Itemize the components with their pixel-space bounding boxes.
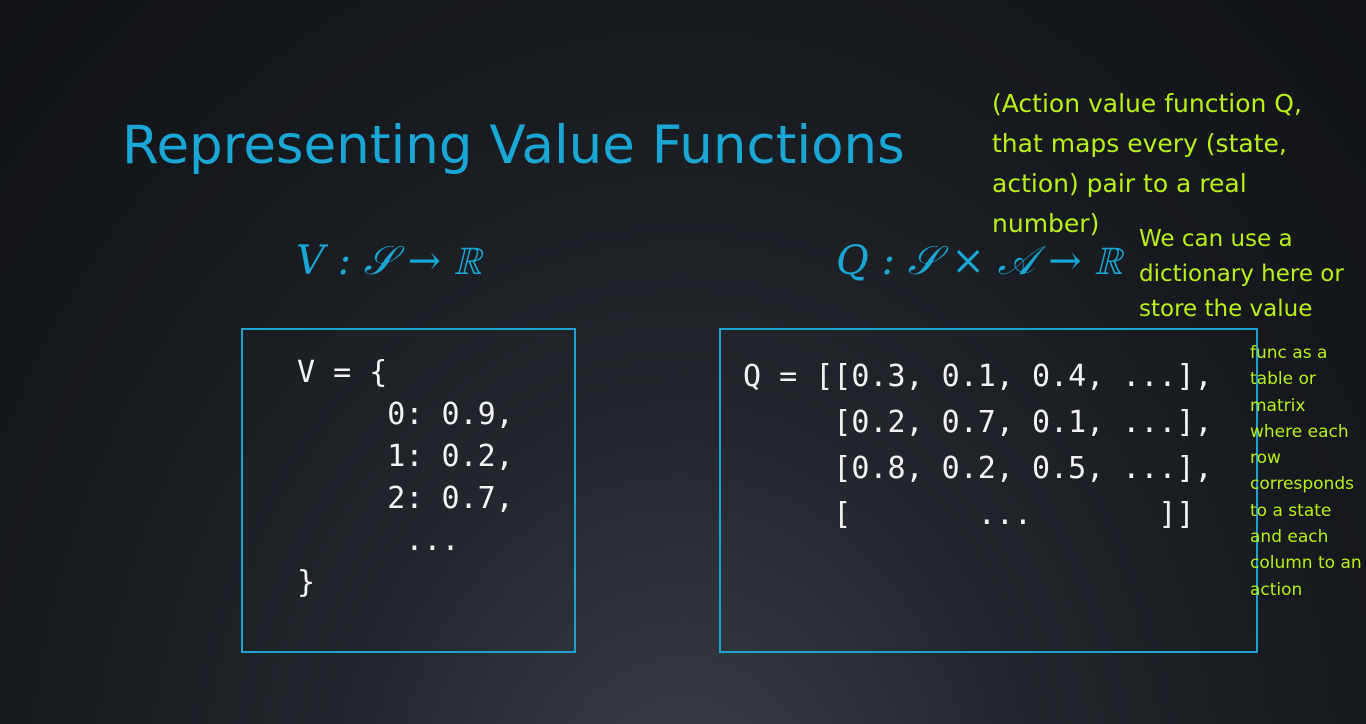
v-function-formula: V : 𝒮 → ℝ xyxy=(296,238,483,284)
annotation-table-matrix: func as a table or matrix where each row… xyxy=(1250,343,1362,600)
q-table-code: Q = [[0.3, 0.1, 0.4, ...], [0.2, 0.7, 0.… xyxy=(743,359,1213,532)
slide-title: Representing Value Functions xyxy=(122,115,905,176)
q-function-formula: Q : 𝒮 × 𝒜 → ℝ xyxy=(836,238,1123,284)
v-dictionary-code: V = { 0: 0.9, 1: 0.2, 2: 0.7, ... } xyxy=(297,355,514,600)
annotation-action-value: (Action value function Q, that maps ever… xyxy=(992,89,1302,238)
annotation-dictionary: We can use a dictionary here or store th… xyxy=(1139,226,1344,322)
